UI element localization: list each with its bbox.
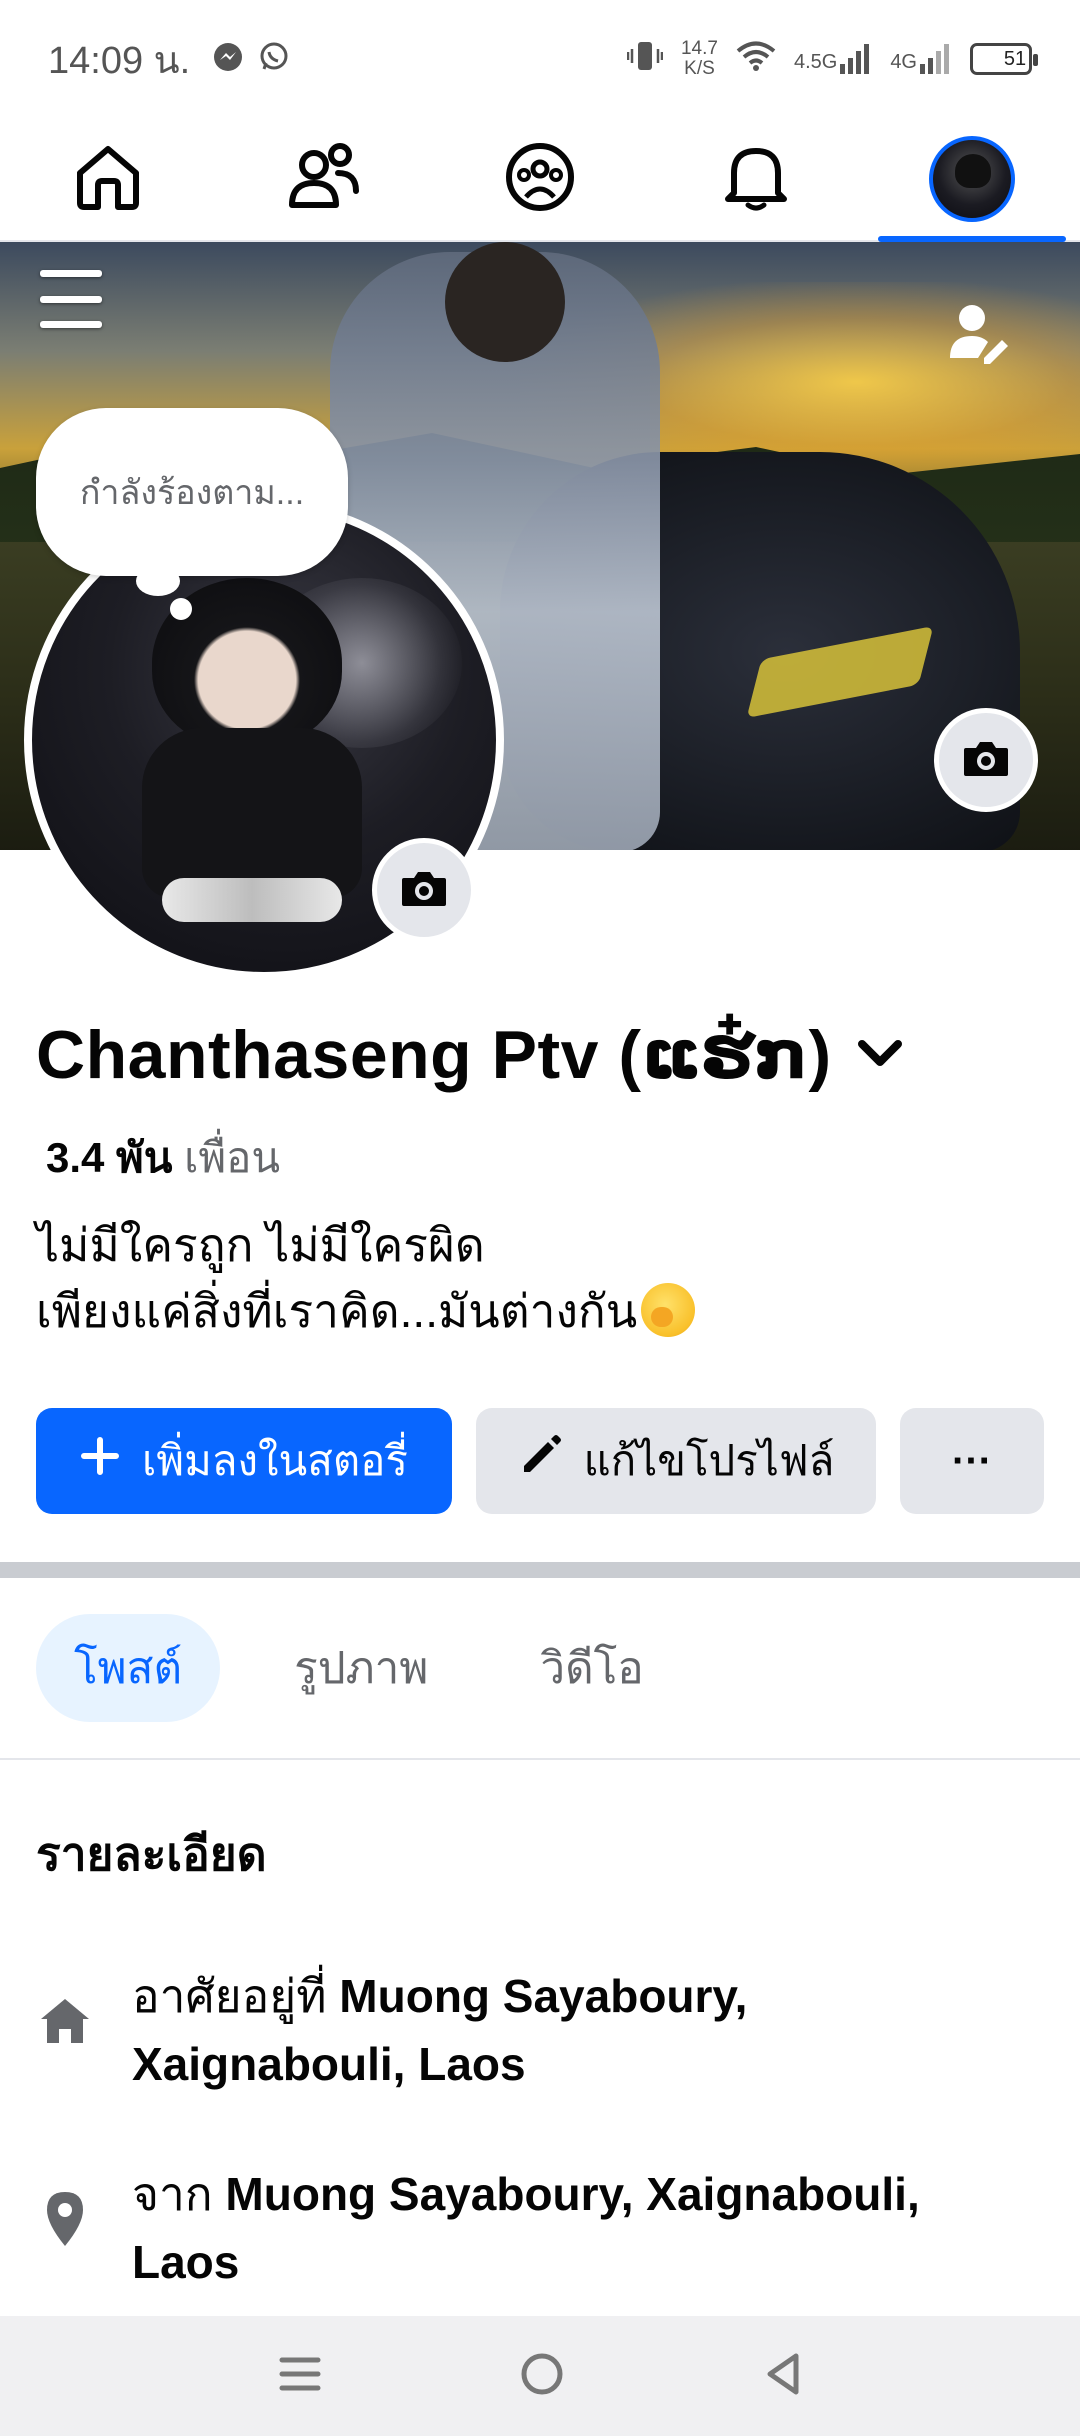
add-to-story-button[interactable]: เพิ่มลงในสตอรี่ [36,1408,452,1514]
nav-tab-groups[interactable] [432,118,648,240]
camera-icon [400,868,448,913]
tab-photos[interactable]: รูปภาพ [256,1614,466,1722]
details-heading: รายละเอียด [36,1828,267,1880]
note-bubble-tail-small [170,598,192,620]
plus-icon [80,1436,120,1486]
groups-icon [504,141,576,218]
bio-line-2: เพียงแค่สิ่งที่เราคิด...มันต่างกัน [36,1278,696,1344]
chevron-down-icon[interactable] [856,1036,904,1075]
cover-camera-button[interactable] [934,708,1038,812]
messenger-icon [212,41,244,78]
nav-tab-notifications[interactable] [648,118,864,240]
tabs-divider [0,1758,1080,1760]
system-navigation-bar [0,2316,1080,2436]
battery-indicator: 51 [970,43,1038,75]
status-bar: 14:09 น. 14.7 K/S 4.5G 4G 51 [0,0,1080,118]
profile-name: Chanthaseng Ptv (ແຮ໋ກ) [36,1017,832,1093]
home-icon [72,141,144,218]
wifi-icon [736,40,776,78]
note-bubble[interactable]: กำลังร้องตาม... [36,408,348,576]
nav-tab-friends[interactable] [216,118,432,240]
profile-avatar-thumbnail [929,136,1015,222]
location-pin-icon [36,2190,94,2248]
bio-line-1: ไม่มีใครถูก ไม่มีใครผิด [36,1219,485,1271]
more-dots-icon: ··· [952,1438,992,1483]
camera-icon [962,738,1010,783]
friends-icon [286,141,362,218]
tab-posts[interactable]: โพสต์ [36,1614,221,1722]
detail-lives-in: อาศัยอยู่ที่ Muong Sayaboury, Xaignaboul… [36,1962,1046,2098]
top-navigation [0,118,1080,242]
person-edit-icon[interactable] [948,300,1008,369]
note-bubble-tail [136,566,180,596]
vibrate-icon [626,39,664,79]
nav-tab-profile[interactable] [864,118,1080,242]
bell-icon [722,141,790,218]
house-icon [36,1992,94,2050]
nav-tab-home[interactable] [0,118,216,240]
avatar-camera-button[interactable] [372,838,476,942]
home-circle-icon[interactable] [519,2351,565,2402]
signal-4g: 4G [890,44,952,74]
profile-actions: เพิ่มลงในสตอรี่ แก้ไขโปรไฟล์ ··· [36,1408,1044,1514]
whatsapp-icon [258,41,290,78]
menu-icon[interactable] [40,270,102,328]
friends-count[interactable]: 3.4 พัน เพื่อน [46,1125,280,1191]
edit-profile-button[interactable]: แก้ไขโปรไฟล์ [476,1408,876,1514]
status-time: 14:09 น. [48,39,191,82]
back-icon[interactable] [762,2351,802,2402]
network-speed: 14.7 K/S [680,38,718,79]
pencil-icon [518,1434,562,1488]
detail-from: จาก Muong Sayaboury, Xaignabouli, Laos [36,2160,1046,2296]
profile-content-tabs: โพสต์ รูปภาพ วิดีโอ [36,1614,682,1722]
profile-name-row[interactable]: Chanthaseng Ptv (ແຮ໋ກ) [36,1016,904,1095]
signal-4-5g: 4.5G [794,44,872,74]
note-text: กำลังร้องตาม... [79,474,305,512]
profile-bio: ไม่มีใครถูก ไม่มีใครผิด เพียงแค่สิ่งที่เ… [36,1212,696,1344]
tab-videos[interactable]: วิดีโอ [502,1614,681,1722]
recents-icon[interactable] [278,2352,322,2401]
section-divider [0,1562,1080,1578]
more-options-button[interactable]: ··· [900,1408,1044,1514]
yawning-face-emoji [641,1283,696,1337]
